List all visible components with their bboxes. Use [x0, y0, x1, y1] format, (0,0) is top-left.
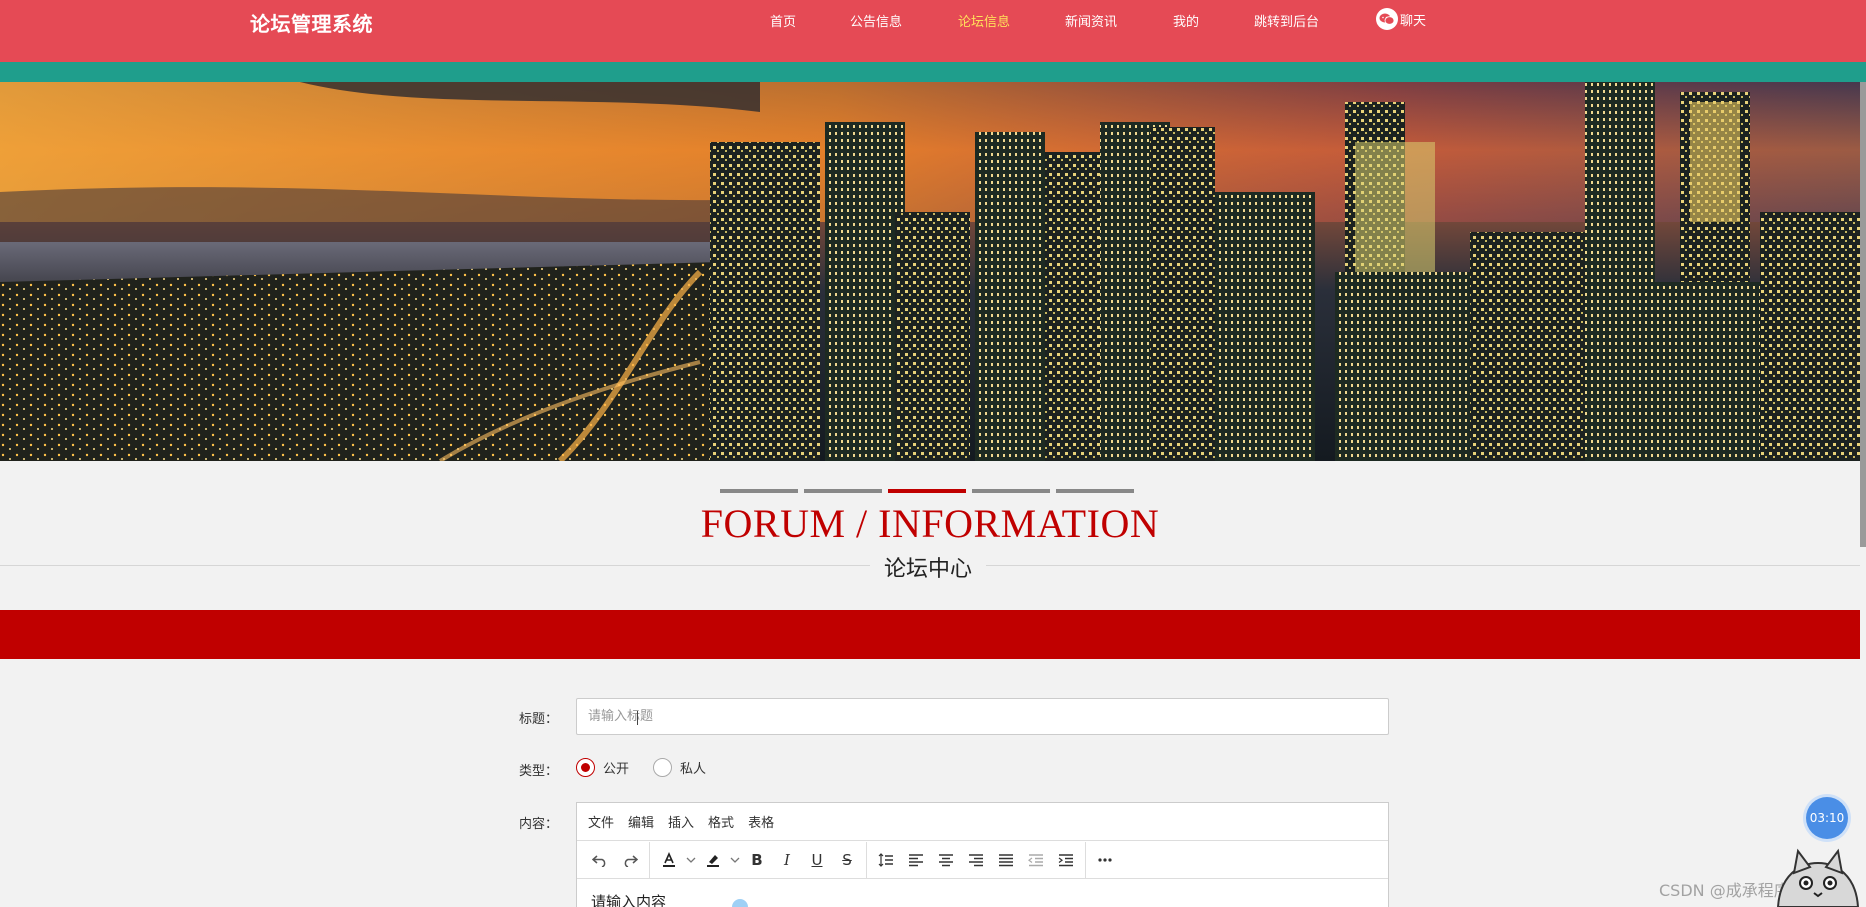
menu-file[interactable]: 文件	[588, 812, 614, 831]
indicator-dash	[804, 489, 882, 493]
cat-mascot-icon	[1770, 845, 1866, 907]
title-label: 标题：	[519, 712, 559, 727]
type-label: 类型：	[519, 764, 559, 779]
toolbar-separator	[649, 841, 650, 878]
chevron-down-icon[interactable]	[684, 845, 698, 875]
italic-icon[interactable]: I	[772, 845, 802, 875]
toolbar-separator	[1085, 841, 1086, 878]
chat-icon	[1376, 8, 1398, 30]
indicator-dash-active	[888, 489, 966, 493]
editor-toolbar: B I U S	[577, 841, 1388, 879]
indicator-dash	[1056, 489, 1134, 493]
outdent-icon[interactable]	[1021, 845, 1051, 875]
nav-mine[interactable]: 我的	[1173, 11, 1199, 30]
nav-notice[interactable]: 公告信息	[850, 11, 902, 30]
teal-divider	[0, 62, 1866, 82]
line-height-icon[interactable]	[871, 845, 901, 875]
indicator-dash	[720, 489, 798, 493]
indent-icon[interactable]	[1051, 845, 1081, 875]
radio-public[interactable]	[576, 758, 595, 777]
type-radio-group: 公开 私人	[576, 758, 730, 777]
undo-icon[interactable]	[585, 845, 615, 875]
nav-backend[interactable]: 跳转到后台	[1254, 11, 1319, 30]
indicator-dash	[972, 489, 1050, 493]
section-indicator	[720, 489, 1134, 493]
menu-format[interactable]: 格式	[708, 812, 734, 831]
section-title-en: FORUM / INFORMATION	[700, 501, 1160, 546]
radio-private[interactable]	[653, 758, 673, 777]
strikethrough-icon[interactable]: S	[832, 845, 862, 875]
editor-menubar: 文件 编辑 插入 格式 表格	[577, 803, 1388, 841]
nav-forum[interactable]: 论坛信息	[958, 11, 1010, 30]
underline-icon[interactable]: U	[802, 845, 832, 875]
align-right-icon[interactable]	[961, 845, 991, 875]
brand-title[interactable]: 论坛管理系统	[250, 8, 373, 37]
more-icon[interactable]	[1090, 845, 1120, 875]
radio-public-label[interactable]: 公开	[603, 758, 629, 777]
top-nav: 论坛管理系统 首页 公告信息 论坛信息 新闻资讯 我的 跳转到后台 聊天	[0, 0, 1866, 62]
city-banner-image	[0, 82, 1860, 461]
timer-badge[interactable]: 03:10	[1806, 797, 1848, 839]
bold-icon[interactable]: B	[742, 845, 772, 875]
rich-text-editor: 文件 编辑 插入 格式 表格 B I U S 请输入内容	[576, 802, 1389, 907]
section-title-cn: 论坛中心	[870, 551, 986, 583]
chevron-down-icon[interactable]	[728, 845, 742, 875]
editor-content-area[interactable]: 请输入内容	[577, 879, 1388, 907]
page-scrollbar[interactable]	[1860, 82, 1866, 547]
chat-link[interactable]: 聊天	[1376, 8, 1426, 30]
menu-insert[interactable]: 插入	[668, 812, 694, 831]
text-cursor	[637, 711, 643, 725]
content-label: 内容：	[519, 817, 559, 832]
nav-news[interactable]: 新闻资讯	[1065, 11, 1117, 30]
menu-edit[interactable]: 编辑	[628, 812, 654, 831]
menu-table[interactable]: 表格	[748, 812, 774, 831]
chat-label: 聊天	[1400, 13, 1427, 29]
align-center-icon[interactable]	[931, 845, 961, 875]
align-justify-icon[interactable]	[991, 845, 1021, 875]
redo-icon[interactable]	[615, 845, 645, 875]
red-band	[0, 610, 1860, 659]
align-left-icon[interactable]	[901, 845, 931, 875]
nav-home[interactable]: 首页	[770, 11, 796, 30]
radio-private-label[interactable]: 私人	[680, 758, 706, 777]
toolbar-separator	[866, 841, 867, 878]
text-color-icon[interactable]	[654, 845, 684, 875]
title-input[interactable]: 请输入标题	[576, 698, 1389, 735]
highlight-color-icon[interactable]	[698, 845, 728, 875]
